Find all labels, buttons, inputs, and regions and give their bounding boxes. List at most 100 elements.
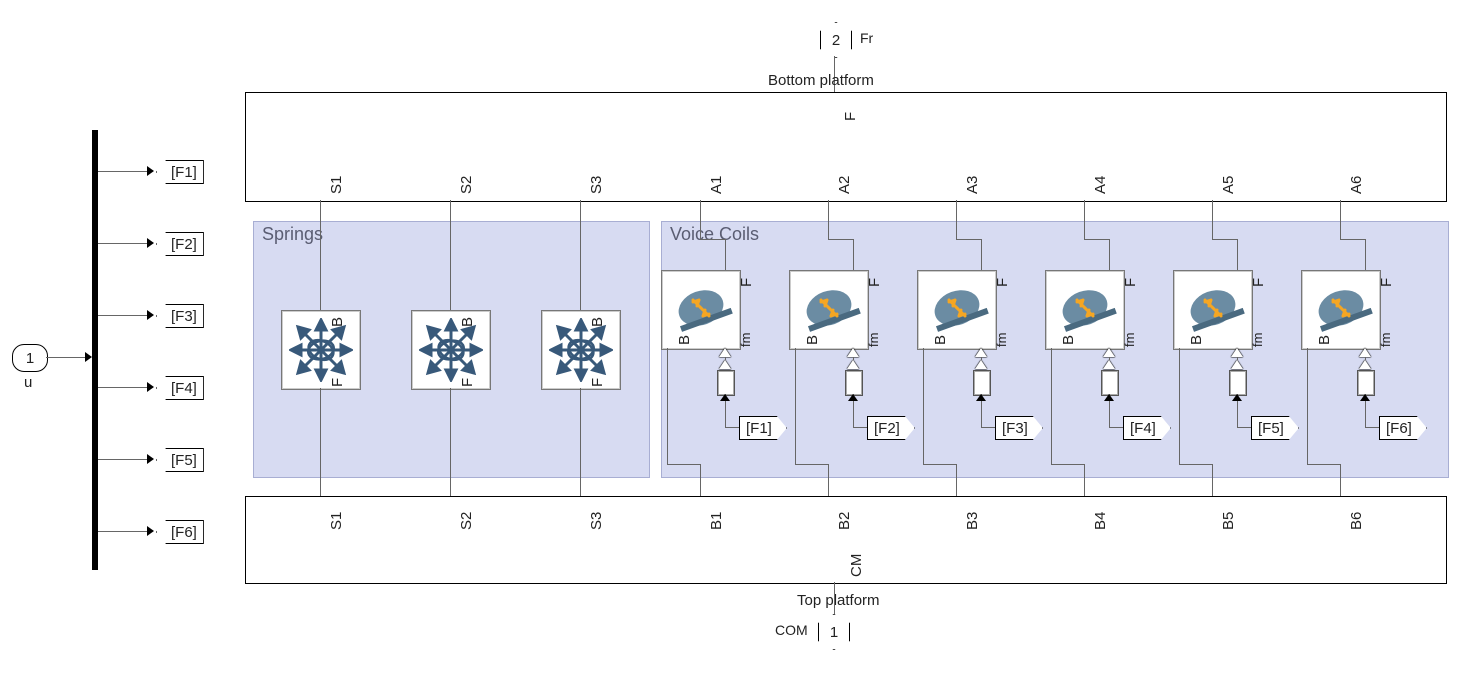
port-triangle-icon [1231,348,1243,357]
spring-port-f-label: F [329,378,346,387]
top-platform-port-b1: B1 [708,512,725,530]
bottom-platform-port-a3: A3 [964,176,981,194]
voice-coil-icon [1309,278,1373,342]
bottom-platform-port-s2: S2 [458,176,475,194]
output-port-fr-number: 2 [832,32,840,49]
spring-icon [549,318,613,382]
arrow-icon [147,238,154,248]
arrow-icon [1360,394,1370,401]
port-triangle-icon [847,348,859,357]
top-platform-port-b4: B4 [1092,512,1109,530]
output-port-fr-hex: 2 [820,22,852,58]
bottom-platform-title: Bottom platform [768,72,874,89]
voice-coil-icon [1181,278,1245,342]
port-triangle-icon [975,360,987,369]
arrow-icon [1232,394,1242,401]
top-platform-port-b3: B3 [964,512,981,530]
voice-coil-port-f-label: F [866,278,883,287]
gain-block-4[interactable] [1101,370,1119,396]
voice-coil-port-fm-label: fm [1250,333,1265,347]
port-triangle-icon [1103,348,1115,357]
voice-coil-block-6[interactable]: B F fm [1301,270,1381,350]
voice-coil-icon [669,278,733,342]
top-platform-port-b5: B5 [1220,512,1237,530]
port-triangle-icon [719,348,731,357]
voice-coil-block-1[interactable]: B F fm [661,270,741,350]
bottom-platform-port-s3: S3 [588,176,605,194]
output-port-fr-label: Fr [860,30,873,46]
arrow-icon [1104,394,1114,401]
arrow-icon [976,394,986,401]
goto-tag-f3[interactable]: [F3] [156,304,204,328]
top-platform-port-cm: CM [848,554,865,577]
from-tag-f2[interactable]: [F2] [867,416,915,440]
spring-block-1[interactable]: B F [281,310,361,390]
gain-block-1[interactable] [717,370,735,396]
port-triangle-icon [1103,360,1115,369]
voice-coil-port-f-label: F [1378,278,1395,287]
spring-port-f-label: F [459,378,476,387]
voice-coils-group-title: Voice Coils [670,224,759,245]
spring-block-3[interactable]: B F [541,310,621,390]
voice-coil-port-fm-label: fm [866,333,881,347]
voice-coil-block-4[interactable]: B F fm [1045,270,1125,350]
voice-coil-block-3[interactable]: B F fm [917,270,997,350]
gain-block-6[interactable] [1357,370,1375,396]
springs-group-title: Springs [262,224,323,245]
top-platform-port-s3: S3 [588,512,605,530]
arrow-icon [720,394,730,401]
goto-tag-f6[interactable]: [F6] [156,520,204,544]
output-port-com-label: COM [775,622,808,638]
voice-coil-block-5[interactable]: B F fm [1173,270,1253,350]
goto-tag-f4[interactable]: [F4] [156,376,204,400]
demux-block[interactable] [92,130,98,570]
voice-coil-port-fm-label: fm [1378,333,1393,347]
top-platform-port-s1: S1 [328,512,345,530]
top-platform-block[interactable]: CM [245,496,1447,584]
from-tag-f5[interactable]: [F5] [1251,416,1299,440]
voice-coil-icon [925,278,989,342]
input-port-u[interactable]: 1 [12,344,48,372]
from-tag-f1[interactable]: [F1] [739,416,787,440]
port-triangle-icon [1359,360,1371,369]
voice-coil-port-f-label: F [1250,278,1267,287]
bottom-platform-port-s1: S1 [328,176,345,194]
bottom-platform-port-a2: A2 [836,176,853,194]
port-triangle-icon [719,360,731,369]
top-platform-port-b2: B2 [836,512,853,530]
voice-coil-port-f-label: F [1122,278,1139,287]
gain-block-2[interactable] [845,370,863,396]
top-platform-title: Top platform [797,592,880,609]
goto-tag-f5[interactable]: [F5] [156,448,204,472]
port-triangle-icon [847,360,859,369]
voice-coil-port-f-label: F [994,278,1011,287]
arrow-icon [147,166,154,176]
bottom-platform-port-f: F [842,112,859,121]
port-triangle-icon [975,348,987,357]
voice-coil-block-2[interactable]: B F fm [789,270,869,350]
from-tag-f6[interactable]: [F6] [1379,416,1427,440]
output-port-com-number: 1 [830,624,838,641]
bottom-platform-port-a4: A4 [1092,176,1109,194]
voice-coil-port-f-label: F [738,278,755,287]
arrow-icon [848,394,858,401]
port-triangle-icon [1359,348,1371,357]
from-tag-f4[interactable]: [F4] [1123,416,1171,440]
arrow-icon [147,310,154,320]
top-platform-port-s2: S2 [458,512,475,530]
arrow-icon [147,454,154,464]
bottom-platform-port-a1: A1 [708,176,725,194]
top-platform-port-b6: B6 [1348,512,1365,530]
spring-icon [419,318,483,382]
voice-coil-port-fm-label: fm [994,333,1009,347]
spring-port-f-label: F [589,378,606,387]
voice-coil-port-fm-label: fm [1122,333,1137,347]
from-tag-f3[interactable]: [F3] [995,416,1043,440]
voice-coil-port-fm-label: fm [738,333,753,347]
spring-block-2[interactable]: B F [411,310,491,390]
gain-block-3[interactable] [973,370,991,396]
bottom-platform-port-a6: A6 [1348,176,1365,194]
goto-tag-f1[interactable]: [F1] [156,160,204,184]
goto-tag-f2[interactable]: [F2] [156,232,204,256]
gain-block-5[interactable] [1229,370,1247,396]
